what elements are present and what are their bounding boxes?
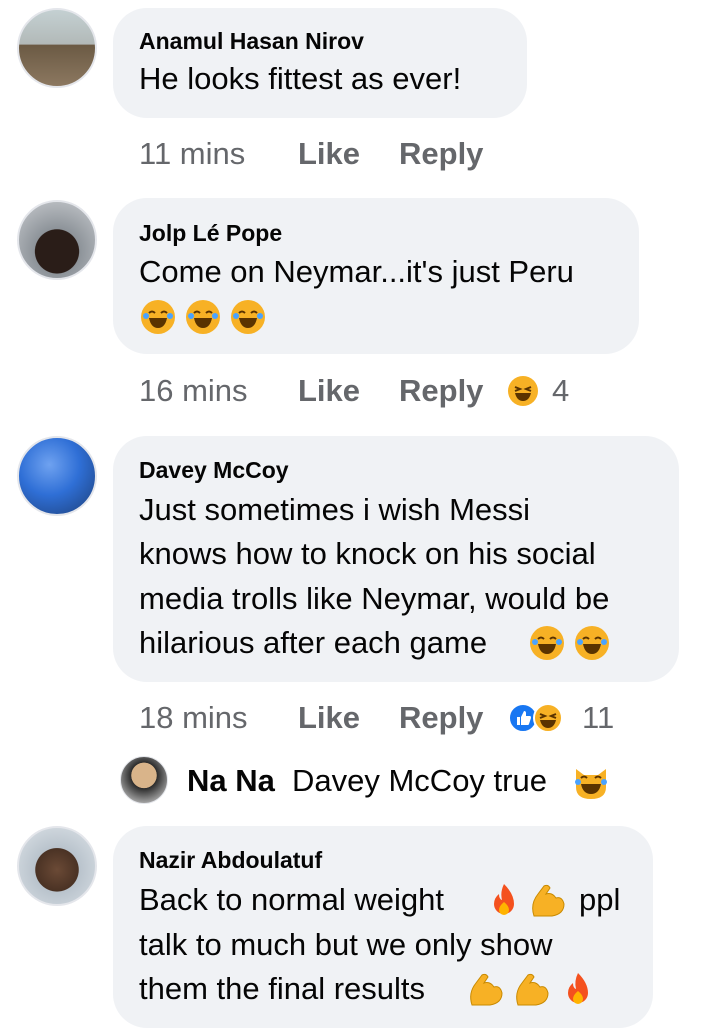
cat-laughing-tears-emoji-icon	[571, 761, 611, 801]
reaction-count[interactable]: 4	[552, 375, 569, 406]
comment-author-name[interactable]: Anamul Hasan Nirov	[139, 28, 364, 55]
comment-text: Back to normal weight	[139, 882, 444, 917]
avatar-anamul[interactable]	[17, 8, 97, 88]
comment-author-name[interactable]: Nazir Abdoulatuf	[139, 847, 322, 874]
laughing-tears-emoji-icon	[530, 626, 564, 660]
reply-author-avatar[interactable]	[120, 756, 168, 804]
reply-button[interactable]: Reply	[399, 375, 483, 406]
haha-reaction-icon[interactable]	[533, 703, 563, 733]
reply-preview-text[interactable]: Davey McCoy true	[292, 765, 547, 796]
comment-text: hilarious after each game	[139, 625, 488, 660]
laughing-tears-emoji-icon	[141, 300, 175, 334]
fire-emoji-icon	[486, 882, 522, 920]
flexed-biceps-emoji-icon	[528, 882, 568, 920]
like-button[interactable]: Like	[298, 138, 360, 169]
comment-text: Come on Neymar...it's just Peru	[139, 254, 574, 289]
fire-emoji-icon	[560, 971, 596, 1009]
comment-author-name[interactable]: Jolp Lé Pope	[139, 220, 282, 247]
comment-text: media trolls like Neymar, would be	[139, 581, 610, 616]
laughing-tears-emoji-icon	[575, 626, 609, 660]
reaction-count[interactable]: 11	[582, 702, 614, 733]
comment-timestamp[interactable]: 16 mins	[139, 375, 248, 406]
comment-text: Just sometimes i wish Messi	[139, 492, 531, 527]
like-button[interactable]: Like	[298, 702, 360, 733]
comment-text: ppl	[579, 882, 621, 917]
avatar-nazir[interactable]	[17, 826, 97, 906]
laughing-tears-emoji-icon	[186, 300, 220, 334]
flexed-biceps-emoji-icon	[512, 971, 552, 1009]
reply-button[interactable]: Reply	[399, 138, 483, 169]
haha-reaction-icon[interactable]	[508, 376, 538, 406]
comment-text: knows how to knock on his social	[139, 536, 596, 571]
comment-author-name[interactable]: Davey McCoy	[139, 457, 289, 484]
comment-timestamp[interactable]: 11 mins	[139, 138, 245, 169]
comment-timestamp[interactable]: 18 mins	[139, 702, 248, 733]
comment-text: talk to much but we only show	[139, 927, 553, 962]
reply-author-name[interactable]: Na Na	[187, 765, 275, 796]
comment-text: He looks fittest as ever!	[139, 61, 462, 96]
flexed-biceps-emoji-icon	[466, 971, 506, 1009]
reply-button[interactable]: Reply	[399, 702, 483, 733]
avatar-davey[interactable]	[17, 436, 97, 516]
avatar-jolp[interactable]	[17, 200, 97, 280]
laughing-tears-emoji-icon	[231, 300, 265, 334]
like-button[interactable]: Like	[298, 375, 360, 406]
comment-text: them the final results	[139, 971, 426, 1006]
